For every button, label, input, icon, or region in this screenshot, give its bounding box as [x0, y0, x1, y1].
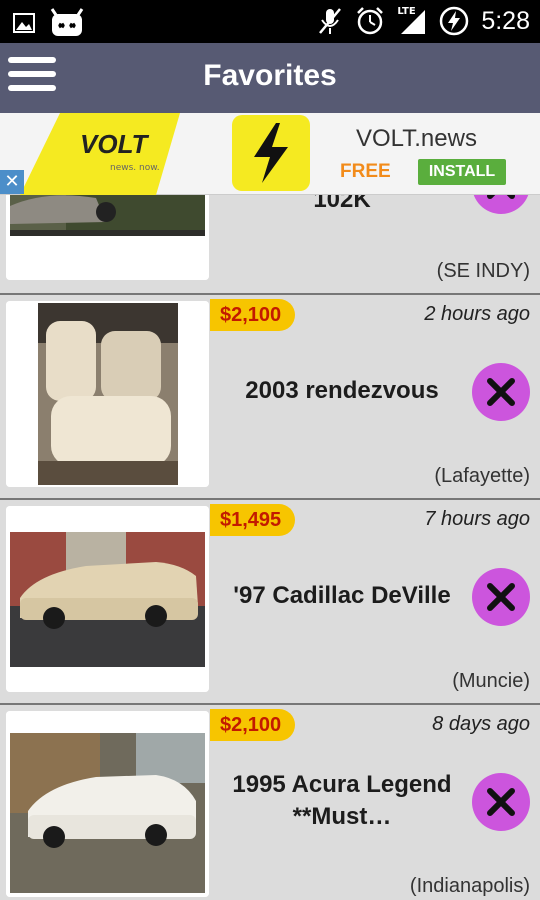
listing-time: 2 hours ago: [424, 303, 530, 325]
listing-thumbnail[interactable]: [6, 506, 209, 692]
list-item[interactable]: $2,100 2 hours ago 2003 rendezvous (Lafa…: [0, 293, 540, 498]
list-item[interactable]: $1,495 7 hours ago '97 Cadillac DeVille …: [0, 498, 540, 703]
listing-title[interactable]: '97 Cadillac DeVille: [222, 580, 462, 612]
mute-icon: [319, 8, 342, 34]
clock: 5:28: [481, 6, 530, 35]
ad-brand-name: VOLT.news: [356, 125, 477, 152]
remove-favorite-button[interactable]: [472, 773, 530, 831]
lightning-bolt-icon[interactable]: [232, 115, 310, 191]
android-icon: [50, 8, 84, 36]
alarm-icon: [357, 7, 384, 35]
ad-install-button[interactable]: INSTALL: [418, 159, 506, 185]
remove-favorite-button[interactable]: [472, 195, 530, 214]
remove-favorite-button[interactable]: [472, 568, 530, 626]
list-item[interactable]: 102K (SE INDY): [0, 195, 540, 293]
signal-icon: LTE: [397, 6, 427, 36]
listing-time: 7 hours ago: [424, 508, 530, 530]
app-bar: Favorites: [0, 43, 540, 113]
listing-time: 8 days ago: [432, 713, 530, 735]
listing-title[interactable]: 2003 rendezvous: [222, 375, 462, 407]
ad-close-icon[interactable]: ✕: [0, 170, 24, 194]
listing-title[interactable]: 102K: [222, 195, 462, 216]
ad-logo-tagline: news. now.: [110, 163, 160, 173]
listing-price: $1,495: [210, 504, 296, 536]
battery-charging-icon: [440, 6, 469, 36]
listing-price: $2,100: [210, 709, 296, 741]
page-title: Favorites: [203, 59, 337, 92]
listing-location: (SE INDY): [436, 260, 530, 282]
ad-banner[interactable]: VOLT news. now. VOLT.news FREE INSTALL: [0, 113, 540, 195]
listing-title[interactable]: 1995 Acura Legend **Must…: [222, 769, 462, 833]
listing-thumbnail[interactable]: [6, 195, 209, 280]
status-bar: LTE 5:28: [0, 0, 540, 43]
favorites-list: 102K (SE INDY) $2,100 2 hours ago 2003 r…: [0, 195, 540, 900]
listing-thumbnail[interactable]: [6, 301, 209, 487]
listing-location: (Lafayette): [434, 465, 530, 487]
listing-price: $2,100: [210, 299, 296, 331]
listing-location: (Muncie): [452, 670, 530, 692]
image-icon: [13, 13, 35, 33]
list-item[interactable]: $2,100 8 days ago 1995 Acura Legend **Mu…: [0, 703, 540, 900]
ad-logo-text: VOLT: [80, 129, 148, 159]
listing-location: (Indianapolis): [409, 875, 530, 897]
remove-favorite-button[interactable]: [472, 363, 530, 421]
ad-logo[interactable]: VOLT news. now.: [20, 113, 180, 195]
listing-thumbnail[interactable]: [6, 711, 209, 897]
ad-price-label: FREE: [340, 161, 391, 182]
